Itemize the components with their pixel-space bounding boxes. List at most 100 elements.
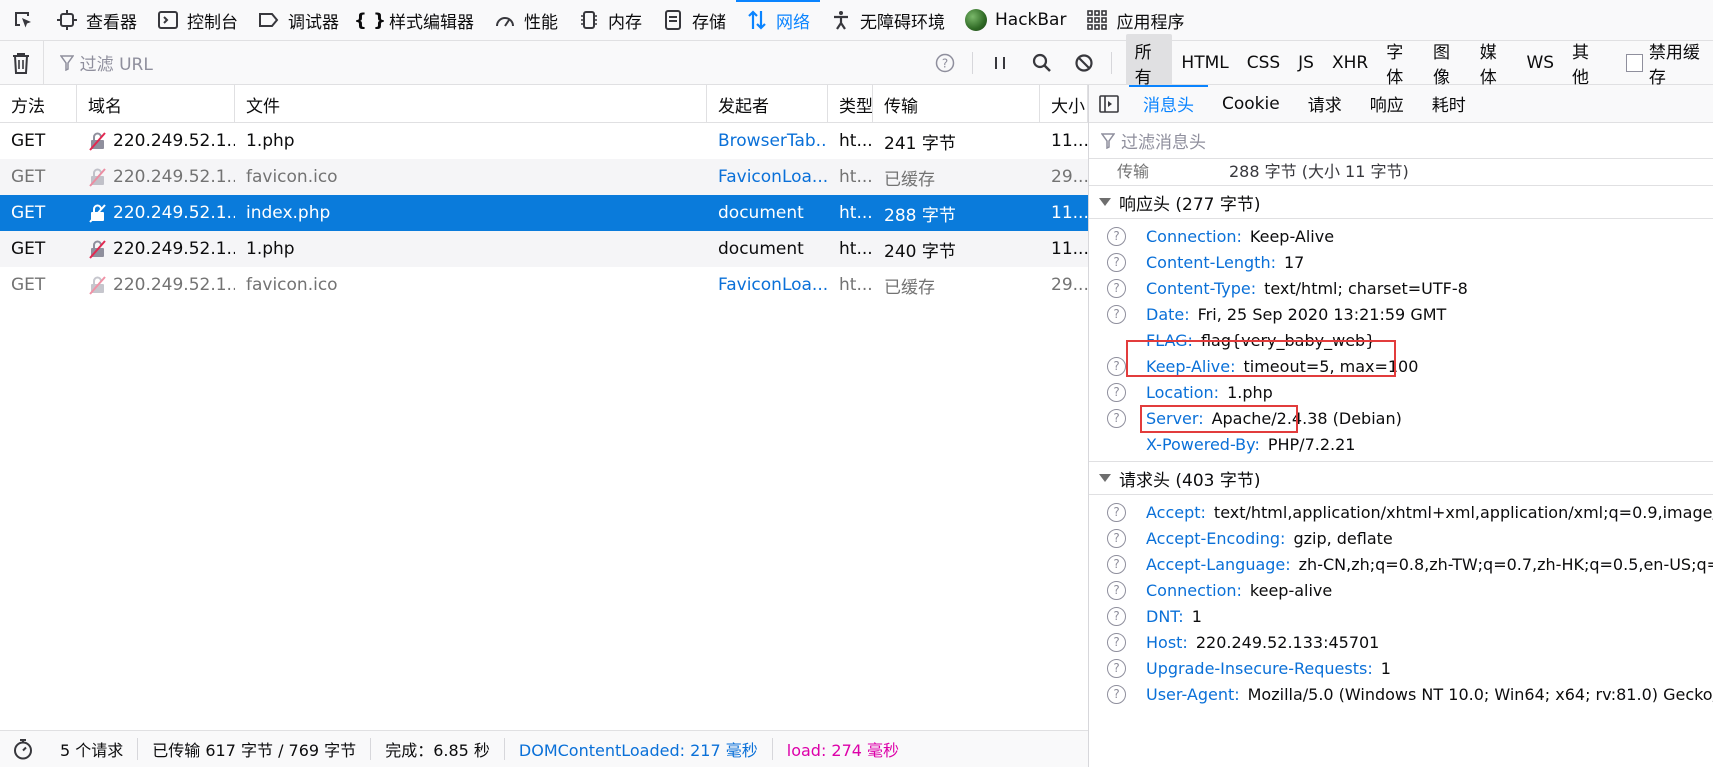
application-icon (1086, 9, 1108, 31)
help-icon[interactable]: ? (1107, 554, 1126, 574)
help-icon[interactable]: ? (1107, 278, 1126, 298)
table-row-selected[interactable]: GET 220.249.52.1... index.php document h… (0, 195, 1088, 231)
tab-cookie[interactable]: Cookie (1208, 85, 1294, 123)
column-header-transferred[interactable]: 传输 (873, 85, 1040, 123)
header-row[interactable]: ? Accept: text/html,application/xhtml+xml,… (1089, 499, 1713, 525)
header-row[interactable]: ? DNT: 1 (1089, 603, 1713, 629)
header-row[interactable]: X-Powered-By: PHP/7.2.21 (1089, 431, 1713, 457)
cell-transferred: 241 字节 (884, 133, 956, 154)
header-name: Location: (1146, 382, 1220, 402)
tab-hackbar[interactable]: HackBar (955, 0, 1076, 41)
pause-button[interactable] (979, 41, 1021, 85)
toggle-sidebar-button[interactable] (1089, 94, 1129, 113)
table-row[interactable]: GET 220.249.52.1... 1.php document ht...… (0, 231, 1088, 267)
tab-accessibility[interactable]: 无障碍环境 (820, 0, 955, 41)
url-filter-input[interactable]: 过滤 URL (44, 50, 924, 75)
column-header-method[interactable]: 方法 (0, 85, 77, 123)
response-headers-section[interactable]: 响应头 (277 字节) (1089, 185, 1713, 219)
checkbox-box[interactable] (1625, 53, 1643, 72)
type-filter-image[interactable]: 图像 (1424, 34, 1471, 92)
header-value: gzip, deflate (1293, 528, 1393, 548)
header-row-location[interactable]: ? Location: 1.php (1089, 379, 1713, 405)
tab-network[interactable]: 网络 (736, 0, 820, 41)
type-filter-ws[interactable]: WS (1517, 49, 1563, 77)
help-button[interactable]: ? (924, 41, 966, 85)
header-row[interactable]: ? Date: Fri, 25 Sep 2020 13:21:59 GMT (1089, 301, 1713, 327)
header-row[interactable]: ? Accept-Encoding: gzip, deflate (1089, 525, 1713, 551)
table-row[interactable]: GET 220.249.52.1... favicon.ico FaviconL… (0, 267, 1088, 303)
help-icon[interactable]: ? (1107, 408, 1126, 428)
header-row[interactable]: ? User-Agent: Mozilla/5.0 (Windows NT 10.0… (1089, 681, 1713, 707)
help-icon[interactable]: ? (1107, 304, 1126, 324)
sidebar-toggle-icon (1099, 94, 1119, 113)
search-button[interactable] (1021, 41, 1063, 85)
tab-label: 调试器 (288, 12, 339, 33)
help-icon[interactable]: ? (1107, 580, 1126, 600)
type-filter-media[interactable]: 媒体 (1471, 34, 1518, 92)
type-filter-other[interactable]: 其他 (1563, 34, 1610, 92)
clear-requests-button[interactable] (0, 40, 44, 85)
help-icon[interactable]: ? (1107, 226, 1126, 246)
table-row[interactable]: GET 220.249.52.1... 1.php BrowserTab... … (0, 123, 1088, 159)
header-row[interactable]: ? Connection: Keep-Alive (1089, 223, 1713, 249)
cell-type: ht... (839, 275, 873, 295)
headers-filter-input[interactable]: 过滤消息头 (1089, 123, 1713, 159)
header-row[interactable]: ? Content-Length: 17 (1089, 249, 1713, 275)
tab-label: 查看器 (86, 12, 137, 33)
tab-timings[interactable]: 耗时 (1418, 85, 1480, 123)
header-row[interactable]: ? Connection: keep-alive (1089, 577, 1713, 603)
disable-cache-checkbox[interactable]: 禁用缓存 (1625, 38, 1713, 88)
tab-performance[interactable]: 性能 (484, 0, 568, 41)
type-filter-html[interactable]: HTML (1172, 49, 1237, 77)
cell-initiator[interactable]: FaviconLoa... (707, 159, 828, 195)
cell-initiator[interactable]: FaviconLoa... (707, 267, 828, 303)
header-row[interactable]: ? Upgrade-Insecure-Requests: 1 (1089, 655, 1713, 681)
type-filter-css[interactable]: CSS (1238, 49, 1289, 77)
table-row[interactable]: GET 220.249.52.1... favicon.ico FaviconL… (0, 159, 1088, 195)
cell-file: favicon.ico (246, 167, 338, 187)
type-filter-xhr[interactable]: XHR (1323, 49, 1377, 77)
help-icon[interactable]: ? (1107, 606, 1126, 626)
type-filter-js[interactable]: JS (1289, 49, 1323, 77)
help-icon[interactable]: ? (1107, 252, 1126, 272)
help-icon[interactable]: ? (1107, 684, 1126, 704)
element-picker-button[interactable] (0, 0, 46, 41)
column-header-domain[interactable]: 域名 (77, 85, 235, 123)
header-value: zh-CN,zh;q=0.8,zh-TW;q=0.7,zh-HK;q=0.5,e… (1298, 554, 1713, 574)
help-icon[interactable]: ? (1107, 528, 1126, 548)
tab-debugger[interactable]: 调试器 (248, 0, 349, 41)
tab-console[interactable]: 控制台 (147, 0, 248, 41)
tab-label: 应用程序 (1116, 12, 1185, 33)
help-icon[interactable]: ? (1107, 632, 1126, 652)
column-header-initiator[interactable]: 发起者 (707, 85, 828, 123)
header-row[interactable]: ? Content-Type: text/html; charset=UTF-8 (1089, 275, 1713, 301)
tab-style-editor[interactable]: { } 样式编辑器 (349, 0, 484, 41)
header-name: DNT: (1146, 606, 1184, 626)
performance-analysis-button[interactable] (0, 738, 46, 760)
help-icon[interactable]: ? (1107, 382, 1126, 402)
network-icon (746, 9, 768, 31)
column-header-file[interactable]: 文件 (235, 85, 707, 123)
header-row[interactable]: ? Accept-Language: zh-CN,zh;q=0.8,zh-TW;q=… (1089, 551, 1713, 577)
type-filter-all[interactable]: 所有 (1125, 33, 1173, 92)
block-button[interactable] (1063, 41, 1105, 85)
cell-transferred: 240 字节 (884, 241, 956, 262)
column-header-type[interactable]: 类型 (828, 85, 873, 123)
header-row[interactable]: ? Host: 220.249.52.133:45701 (1089, 629, 1713, 655)
cell-initiator[interactable]: BrowserTab... (707, 123, 828, 159)
type-filter-font[interactable]: 字体 (1377, 34, 1424, 92)
cell-method: GET (11, 131, 46, 151)
tab-inspector[interactable]: 查看器 (46, 0, 147, 41)
storage-icon (662, 9, 684, 31)
tab-memory[interactable]: 内存 (568, 0, 652, 41)
request-headers-section[interactable]: 请求头 (403 字节) (1089, 461, 1713, 495)
tab-request[interactable]: 请求 (1294, 85, 1356, 123)
header-name: Host: (1146, 632, 1188, 652)
help-icon[interactable]: ? (1107, 658, 1126, 678)
tab-storage[interactable]: 存储 (652, 0, 736, 41)
tab-headers[interactable]: 消息头 (1129, 85, 1208, 123)
column-header-size[interactable]: 大小 (1040, 85, 1088, 123)
tab-response[interactable]: 响应 (1356, 85, 1418, 123)
help-icon[interactable]: ? (1107, 356, 1126, 376)
help-icon[interactable]: ? (1107, 502, 1126, 522)
